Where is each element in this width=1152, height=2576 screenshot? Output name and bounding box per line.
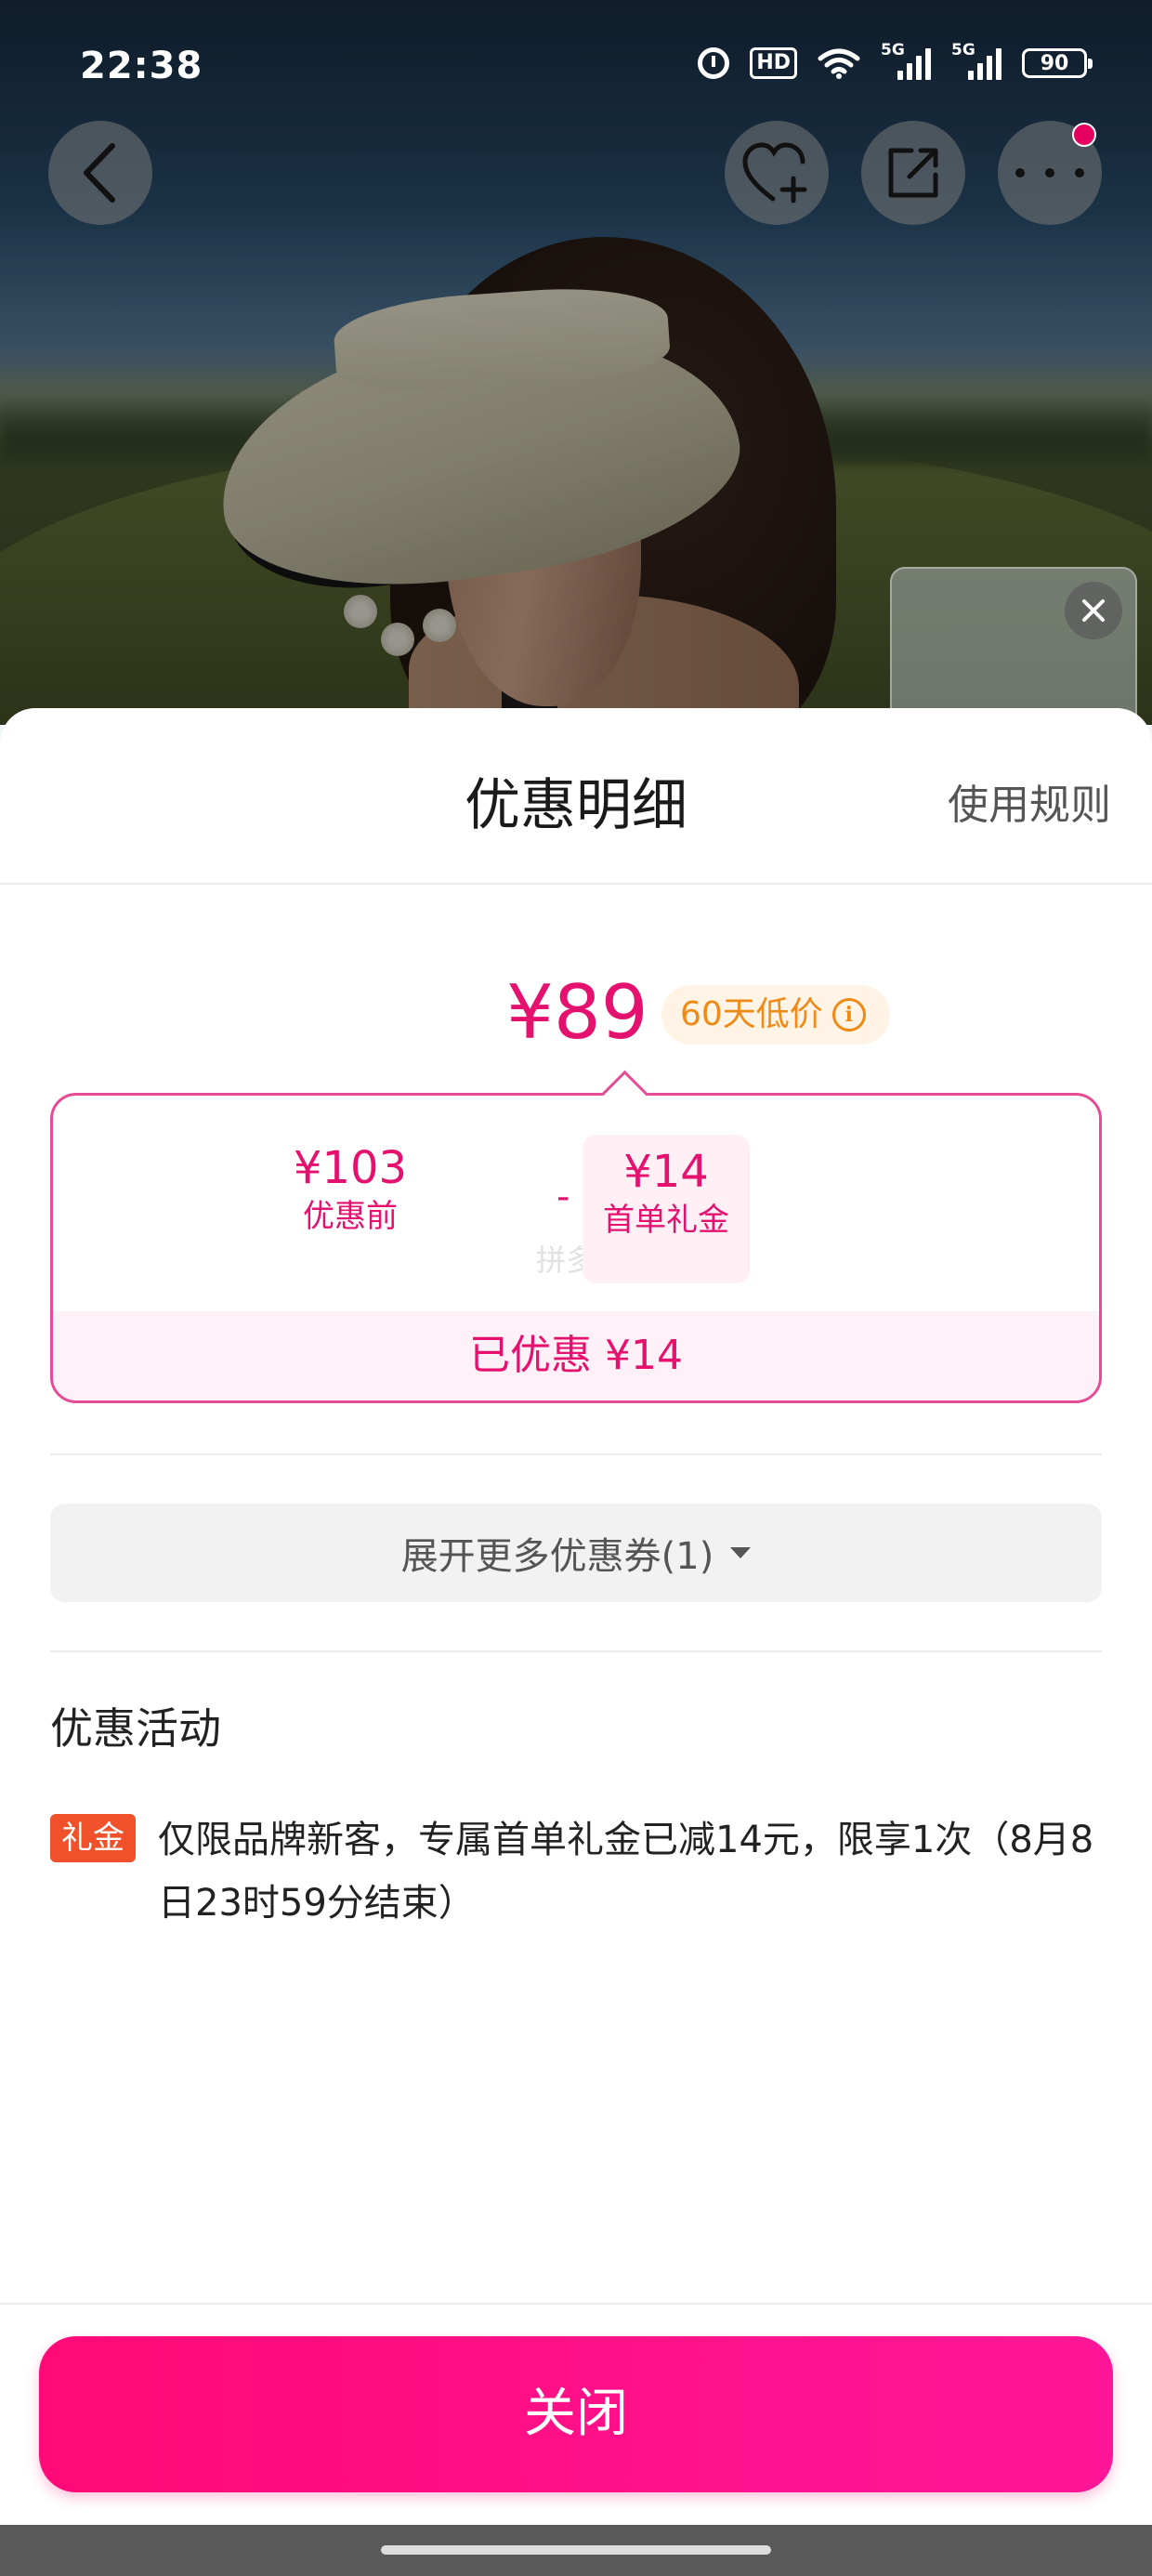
final-price: ¥89 <box>506 969 648 1056</box>
hd-icon: HD <box>750 47 797 79</box>
original-price-item: ¥103 优惠前 <box>239 1140 462 1237</box>
breakdown-pointer <box>601 1070 648 1117</box>
price-breakdown-card: ¥103 优惠前 - 拼多多 ¥14 首单礼金 已优惠 ¥14 <box>50 1070 1102 1403</box>
caret-down-icon <box>730 1547 752 1558</box>
original-label: 优惠前 <box>303 1198 398 1235</box>
activities-title: 优惠活动 <box>50 1703 221 1754</box>
info-icon: i <box>831 998 866 1032</box>
home-indicator[interactable] <box>381 2545 771 2555</box>
close-icon <box>1082 599 1105 622</box>
promo-tag: 礼金 <box>50 1814 136 1862</box>
share-button[interactable] <box>861 121 965 225</box>
system-nav-bar <box>0 2525 1152 2576</box>
float-close-button[interactable] <box>1065 582 1122 639</box>
app-root: 22:38 HD 5G 5G 90 优惠明细 使用规则 ¥89 60天低价 i … <box>0 0 1152 2576</box>
share-icon <box>888 148 938 198</box>
footer-divider <box>0 2303 1152 2305</box>
coupon-item: ¥14 首单礼金 <box>583 1135 750 1283</box>
alarm-icon <box>698 47 730 79</box>
expand-coupons-button[interactable]: 展开更多优惠券(1) <box>50 1504 1102 1602</box>
minus-sign: - <box>556 1176 570 1218</box>
low-price-label: 60天低价 <box>680 995 823 1033</box>
signal-icon-2: 5G <box>951 41 1001 80</box>
chevron-left-icon <box>84 143 115 203</box>
close-button[interactable]: 关闭 <box>39 2336 1113 2492</box>
back-button[interactable] <box>48 121 152 225</box>
more-icon <box>1015 168 1084 177</box>
expand-coupons-label: 展开更多优惠券(1) <box>400 1535 714 1578</box>
saved-amount-bar: 已优惠 ¥14 <box>53 1311 1099 1400</box>
usage-rules-link[interactable]: 使用规则 <box>948 771 1111 831</box>
promo-text: 仅限品牌新客，专属首单礼金已减14元，限享1次（8月8日23时59分结束） <box>158 1819 1094 1925</box>
status-bar: 22:38 HD 5G 5G 90 <box>0 0 1152 102</box>
sheet-header: 优惠明细 使用规则 <box>0 708 1152 885</box>
low-price-tag[interactable]: 60天低价 i <box>661 985 890 1045</box>
status-icons: HD 5G 5G 90 <box>698 41 1093 80</box>
coupon-label: 首单礼金 <box>603 1202 729 1239</box>
divider <box>50 1453 1102 1455</box>
battery-icon: 90 <box>1022 48 1093 78</box>
original-amount: ¥103 <box>293 1142 408 1194</box>
coupon-amount: ¥14 <box>623 1146 709 1198</box>
favorite-button[interactable] <box>725 121 829 225</box>
signal-icon-1: 5G <box>881 41 931 80</box>
status-time: 22:38 <box>80 45 203 87</box>
price-row: ¥89 60天低价 i <box>0 966 1152 1059</box>
divider <box>50 1650 1102 1652</box>
heart-plus-icon <box>742 142 807 204</box>
more-button[interactable] <box>998 121 1102 225</box>
wifi-icon <box>818 47 860 79</box>
discount-detail-sheet: 优惠明细 使用规则 ¥89 60天低价 i ¥103 优惠前 - 拼多多 ¥14… <box>0 708 1152 2525</box>
notification-dot <box>1072 123 1096 147</box>
